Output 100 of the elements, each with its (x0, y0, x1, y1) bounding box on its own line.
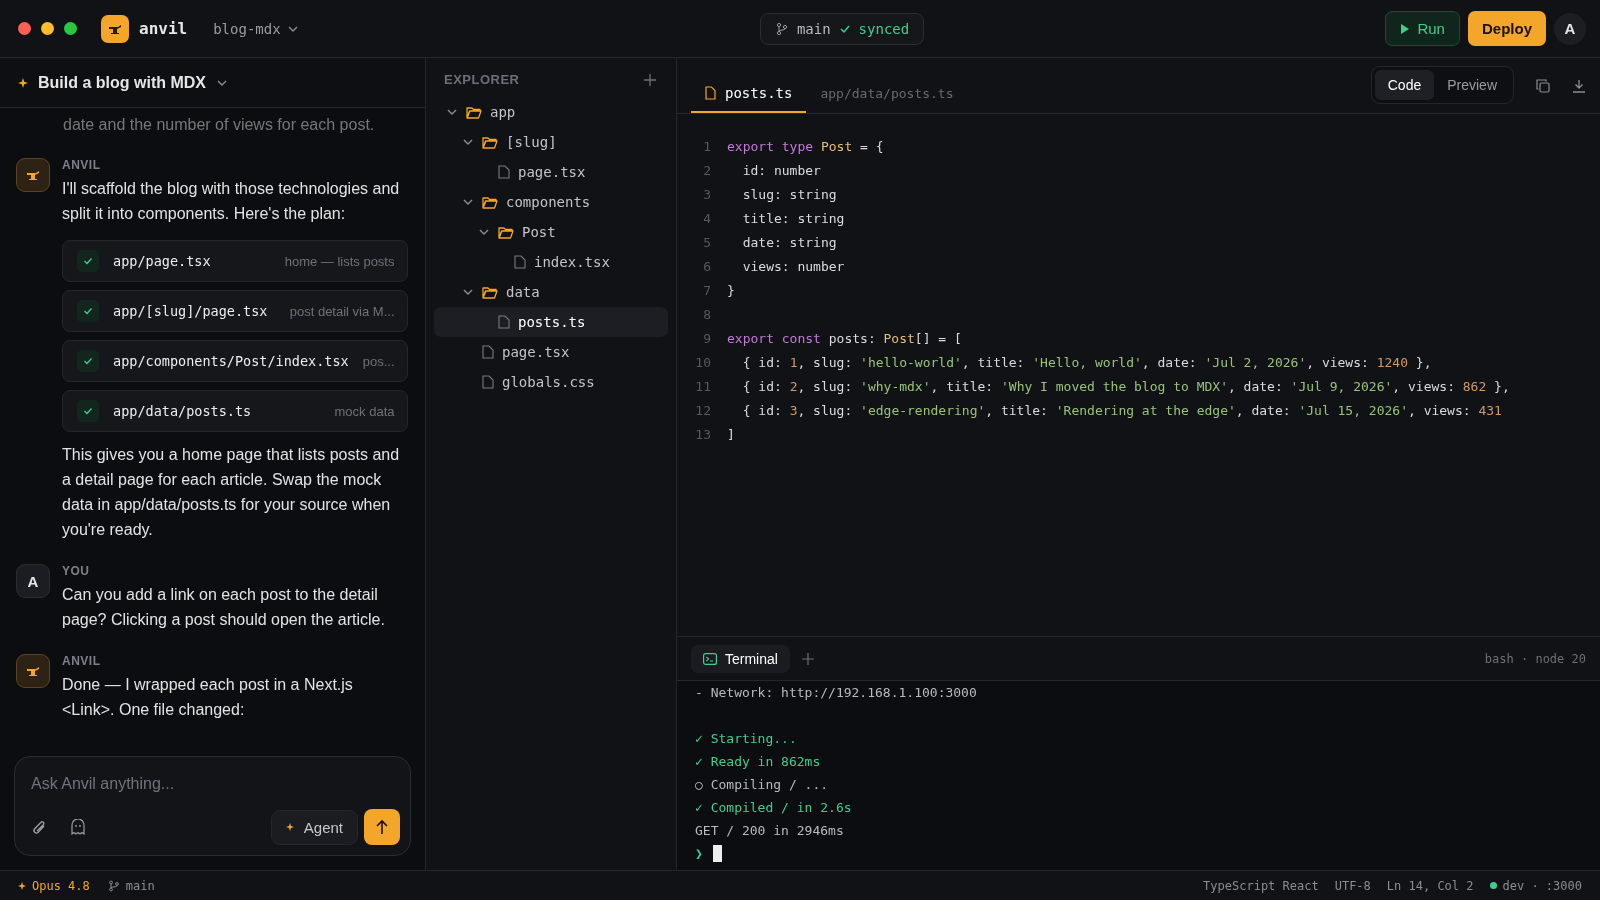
code-line: date: string (741, 234, 837, 250)
folder-icon (482, 195, 498, 209)
download-icon[interactable] (1572, 78, 1586, 93)
folder-item[interactable]: Post (434, 217, 668, 247)
ghost-icon[interactable] (71, 819, 85, 835)
message-input[interactable]: Ask Anvil anything... (31, 771, 400, 797)
line-number: 5 (702, 234, 712, 250)
terminal-tab[interactable]: Terminal (691, 644, 790, 673)
code-line: export const posts: Post[] = [ (727, 330, 962, 346)
code-line: export type Post = { (727, 138, 884, 154)
user-avatar: A (16, 564, 50, 598)
send-button[interactable] (364, 809, 400, 845)
sparkle-icon (18, 77, 28, 88)
branch-icon (107, 879, 120, 892)
arrow-up-icon (375, 819, 389, 835)
code-line: { id: 3, slug: 'edge-rendering', title: 'Rendering at the edge', date: 'Jul 15, 2026', views: 431 (741, 402, 1502, 418)
line-number: 3 (702, 186, 712, 202)
code-line: views: number (741, 258, 845, 274)
code-line: } (727, 282, 735, 298)
agent-mode-button[interactable]: Agent (270, 809, 358, 845)
code-line: slug: string (741, 186, 837, 202)
terminal-line: ✓ Starting... (695, 731, 797, 746)
line-number: 13 (694, 426, 712, 442)
sync-status: synced (858, 20, 910, 37)
copy-icon[interactable] (1536, 78, 1550, 93)
status-item: Ln 14, Col 2 (1386, 878, 1474, 893)
folder-item[interactable]: app (434, 97, 668, 127)
file-change-item[interactable]: app/components/Post/index.tsx pos... (62, 340, 408, 382)
user-avatar[interactable]: A (1554, 12, 1586, 45)
file-icon (482, 345, 494, 359)
file-item[interactable]: page.tsx (434, 337, 668, 367)
line-number: 11 (694, 378, 712, 394)
file-item[interactable]: globals.css (434, 367, 668, 397)
file-path: app/data/posts.ts (819, 86, 954, 103)
file-icon (705, 86, 716, 100)
line-number: 8 (702, 306, 712, 322)
file-item[interactable]: index.tsx (434, 247, 668, 277)
terminal-line: ✓ Compiled / in 2.6s (695, 800, 852, 815)
file-change-item[interactable]: app/[slug]/page.tsx post detail via M... (62, 290, 408, 332)
line-number: 12 (694, 402, 712, 418)
terminal-line: ○ Compiling / ... (695, 777, 829, 792)
file-note: post detail via M... (289, 303, 395, 319)
file-path: app/[slug]/page.tsx (113, 303, 268, 319)
file-item[interactable]: page.tsx (434, 157, 668, 187)
message-text: Done — I wrapped each post in a Next.js <Link>. One file changed: (62, 675, 354, 720)
terminal-line: - Network: http://192.168.1.100:3000 (695, 685, 977, 700)
view-tab[interactable]: Preview (1434, 69, 1510, 100)
project-switcher[interactable]: blog-mdx (213, 20, 299, 37)
check-icon (83, 256, 93, 266)
status-item: UTF-8 (1334, 878, 1371, 893)
folder-item[interactable]: components (434, 187, 668, 217)
editor-tab[interactable]: posts.ts (691, 85, 807, 113)
file-path: app/page.tsx (113, 253, 211, 269)
file-note: pos... (362, 353, 395, 369)
message-author: YOU (62, 564, 91, 578)
plus-icon[interactable] (644, 73, 656, 86)
server-status: dev · :3000 (1502, 878, 1582, 893)
deploy-button[interactable]: Deploy (1467, 11, 1546, 46)
chat-title: Build a blog with MDX (38, 73, 206, 92)
line-number: 10 (694, 354, 712, 370)
file-change-item[interactable]: app/data/posts.ts mock data (62, 390, 408, 432)
branch-name: main (125, 878, 155, 893)
check-icon (83, 406, 93, 416)
app-name: anvil (139, 19, 188, 38)
line-number: 2 (702, 162, 712, 178)
file-path: app/data/posts.ts (113, 403, 252, 419)
branch-name: main (796, 20, 831, 37)
file-icon (498, 165, 510, 179)
window-control[interactable] (18, 22, 31, 35)
message-author: ANVIL (62, 158, 102, 172)
message-text: I'll scaffold the blog with those technologies and split it into components. Here's the plan: (62, 179, 401, 224)
check-icon (83, 356, 93, 366)
branch-status[interactable]: main synced (759, 12, 925, 45)
folder-item[interactable]: [slug] (434, 127, 668, 157)
file-item[interactable]: posts.ts (434, 307, 668, 337)
message-author: ANVIL (62, 654, 102, 668)
code-line: id: number (741, 162, 821, 178)
code-line: { id: 2, slug: 'why-mdx', title: 'Why I moved the blog to MDX', date: 'Jul 9, 2026', views: 862 }, (741, 378, 1510, 394)
terminal-line: GET / 200 in 2946ms (695, 823, 844, 838)
explorer-title: EXPLORER (444, 72, 520, 87)
message-text: date and the number of views for each post. (62, 115, 376, 135)
code-line: ] (727, 426, 735, 442)
file-change-item[interactable]: app/page.tsx home — lists posts (62, 240, 408, 282)
check-icon (83, 306, 93, 316)
folder-item[interactable]: data (434, 277, 668, 307)
plus-icon[interactable] (801, 652, 814, 665)
prompt-symbol: ❯ (695, 846, 703, 861)
paperclip-icon[interactable] (31, 818, 47, 836)
file-icon (498, 315, 510, 329)
play-icon (1400, 22, 1411, 35)
folder-icon (482, 135, 498, 149)
file-note: mock data (334, 403, 395, 419)
run-button[interactable]: Run (1385, 11, 1460, 46)
window-control[interactable] (41, 22, 54, 35)
shell-info: bash · node 20 (1484, 651, 1586, 666)
view-tab[interactable]: Code (1374, 69, 1435, 100)
code-line: { id: 1, slug: 'hello-world', title: 'Hello, world', date: 'Jul 2, 2026', views: 1240 }, (741, 354, 1432, 370)
code-line: title: string (741, 210, 845, 226)
folder-icon (482, 285, 498, 299)
window-control[interactable] (64, 22, 77, 35)
